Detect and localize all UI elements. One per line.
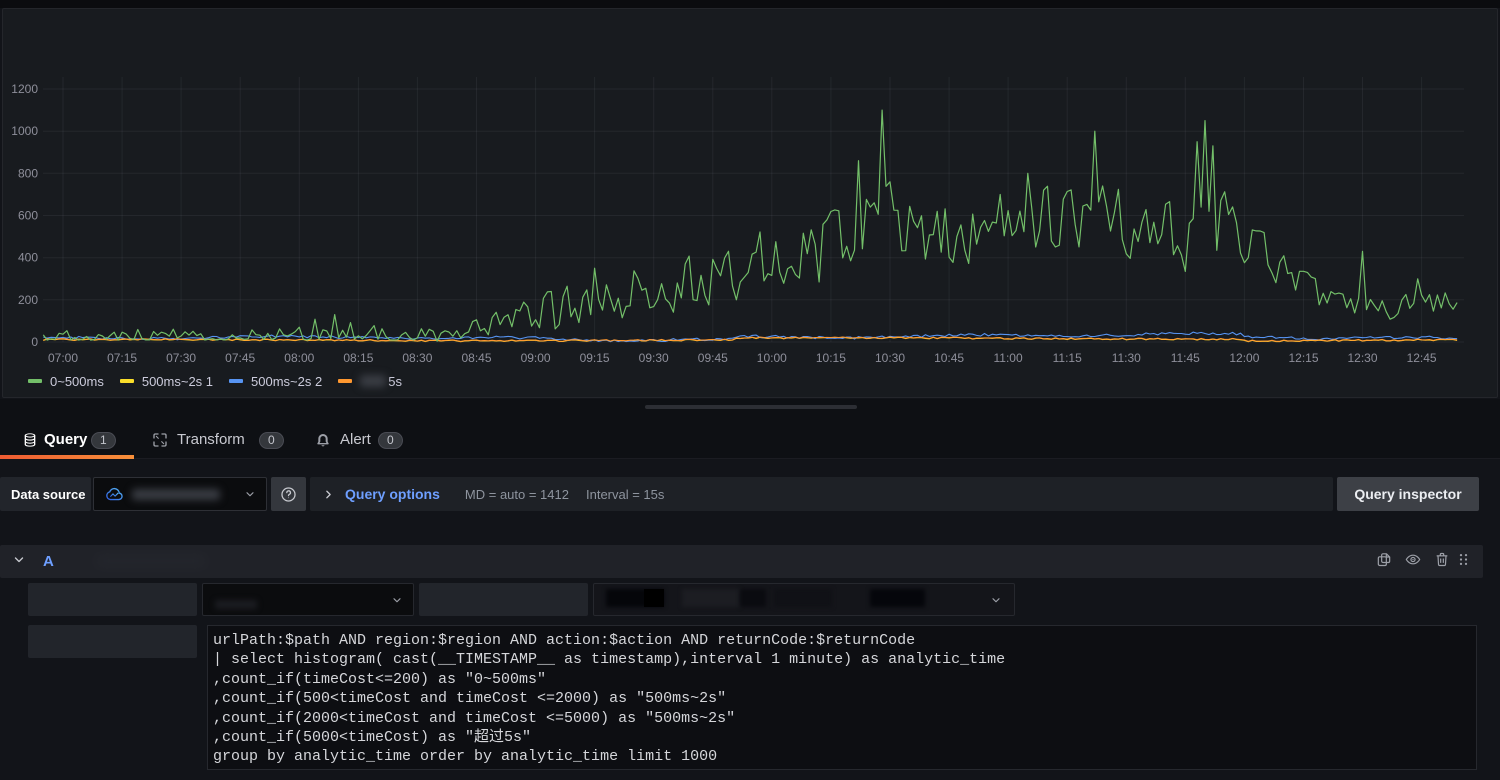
- svg-text:11:45: 11:45: [1171, 351, 1200, 365]
- svg-text:400: 400: [18, 251, 38, 265]
- svg-text:07:00: 07:00: [48, 351, 78, 365]
- svg-text:11:15: 11:15: [1053, 351, 1082, 365]
- svg-text:12:00: 12:00: [1229, 351, 1259, 365]
- svg-text:09:15: 09:15: [580, 351, 610, 365]
- svg-text:12:15: 12:15: [1288, 351, 1318, 365]
- svg-text:08:45: 08:45: [461, 351, 491, 365]
- svg-text:12:30: 12:30: [1347, 351, 1377, 365]
- svg-text:10:45: 10:45: [934, 351, 964, 365]
- svg-text:07:30: 07:30: [166, 351, 196, 365]
- svg-text:10:30: 10:30: [875, 351, 905, 365]
- svg-text:11:30: 11:30: [1112, 351, 1141, 365]
- svg-text:11:00: 11:00: [994, 351, 1023, 365]
- svg-text:09:45: 09:45: [698, 351, 728, 365]
- svg-text:10:00: 10:00: [757, 351, 787, 365]
- svg-text:09:30: 09:30: [639, 351, 669, 365]
- svg-text:0: 0: [31, 335, 38, 349]
- svg-text:08:30: 08:30: [402, 351, 432, 365]
- svg-text:07:15: 07:15: [107, 351, 137, 365]
- svg-text:800: 800: [18, 166, 38, 180]
- svg-text:07:45: 07:45: [225, 351, 255, 365]
- svg-text:12:45: 12:45: [1407, 351, 1437, 365]
- svg-text:1000: 1000: [11, 124, 38, 138]
- svg-text:10:15: 10:15: [816, 351, 846, 365]
- svg-text:08:15: 08:15: [343, 351, 373, 365]
- svg-text:1200: 1200: [11, 82, 38, 96]
- svg-text:09:00: 09:00: [521, 351, 551, 365]
- svg-text:600: 600: [18, 209, 38, 223]
- svg-text:08:00: 08:00: [284, 351, 314, 365]
- svg-text:200: 200: [18, 293, 38, 307]
